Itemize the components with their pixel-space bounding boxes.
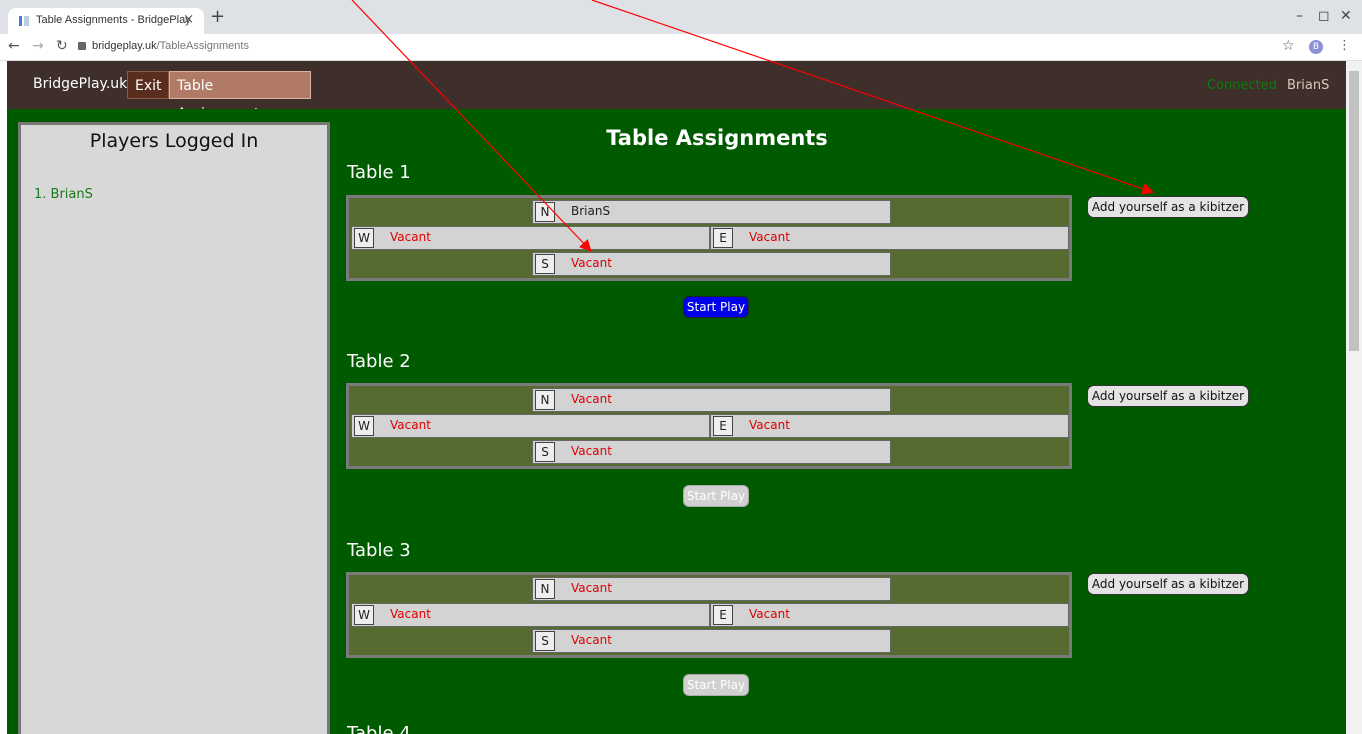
players-heading: Players Logged In	[89, 130, 259, 152]
west-label: W	[354, 605, 374, 625]
east-label: E	[713, 416, 733, 436]
south-label: S	[535, 254, 555, 274]
north-label: N	[535, 390, 555, 410]
minimize-icon[interactable]: –	[1296, 8, 1303, 24]
reload-icon[interactable]: ↻	[56, 38, 68, 54]
table-1-seat-west[interactable]: W Vacant	[351, 226, 710, 250]
forward-icon[interactable]: →	[32, 38, 44, 54]
seat-player-name: BrianS	[571, 204, 611, 218]
west-label: W	[354, 228, 374, 248]
close-window-icon[interactable]: ✕	[1340, 8, 1352, 24]
table-2-seat-east[interactable]: E Vacant	[710, 414, 1069, 438]
table-1-kibitzer-button[interactable]: Add yourself as a kibitzer	[1087, 196, 1249, 218]
tab-title: Table Assignments - BridgePlay	[36, 14, 191, 26]
browser-menu-icon[interactable]: ⋮	[1338, 38, 1351, 53]
players-panel: Players Logged In 1. BrianS	[18, 122, 330, 734]
seat-player-name: Vacant	[749, 607, 790, 621]
back-icon[interactable]: ←	[8, 38, 20, 54]
scrollbar-thumb[interactable]	[1349, 71, 1359, 351]
east-label: E	[713, 228, 733, 248]
south-label: S	[535, 442, 555, 462]
table-1-box: N BrianS W Vacant E Vacant S Vacant	[346, 195, 1072, 281]
profile-avatar[interactable]: B	[1309, 40, 1323, 54]
seat-player-name: Vacant	[571, 256, 612, 270]
table-4-label: Table 4	[347, 723, 411, 734]
nav-username: BrianS	[1287, 78, 1330, 93]
browser-tab[interactable]: Table Assignments - BridgePlay ×	[8, 8, 204, 34]
seat-player-name: Vacant	[571, 581, 612, 595]
app-navbar: BridgePlay.uk Exit Table Assignments Con…	[7, 61, 1346, 122]
favicon-icon	[19, 16, 29, 26]
seat-player-name: Vacant	[390, 230, 431, 244]
seat-player-name: Vacant	[571, 444, 612, 458]
north-label: N	[535, 202, 555, 222]
table-2-label: Table 2	[347, 351, 411, 372]
seat-player-name: Vacant	[390, 607, 431, 621]
table-1-label: Table 1	[347, 162, 411, 183]
new-tab-button[interactable]: +	[210, 6, 225, 27]
table-1-start-play-button[interactable]: Start Play	[683, 296, 749, 318]
tab-close-icon[interactable]: ×	[183, 12, 194, 27]
table-3-kibitzer-button[interactable]: Add yourself as a kibitzer	[1087, 573, 1249, 595]
exit-button[interactable]: Exit	[127, 71, 169, 99]
restore-icon[interactable]: ◻	[1318, 8, 1330, 24]
table-1-seat-north[interactable]: N BrianS	[532, 200, 891, 224]
west-label: W	[354, 416, 374, 436]
table-2-start-play-button[interactable]: Start Play	[683, 485, 749, 507]
table-3-seat-north[interactable]: N Vacant	[532, 577, 891, 601]
table-1-seat-east[interactable]: E Vacant	[710, 226, 1069, 250]
table-3-label: Table 3	[347, 540, 411, 561]
page-scrollbar[interactable]	[1346, 61, 1362, 734]
seat-player-name: Vacant	[749, 418, 790, 432]
east-label: E	[713, 605, 733, 625]
bookmark-star-icon[interactable]: ☆	[1282, 38, 1295, 54]
connection-status: Connected	[1207, 78, 1278, 93]
seat-player-name: Vacant	[390, 418, 431, 432]
brand-link[interactable]: BridgePlay.uk	[33, 76, 127, 92]
browser-tab-bar: Table Assignments - BridgePlay × + – ◻ ✕	[0, 0, 1362, 34]
table-3-seat-east[interactable]: E Vacant	[710, 603, 1069, 627]
south-label: S	[535, 631, 555, 651]
table-1-seat-south[interactable]: S Vacant	[532, 252, 891, 276]
table-3-seat-west[interactable]: W Vacant	[351, 603, 710, 627]
table-3-seat-south[interactable]: S Vacant	[532, 629, 891, 653]
table-2-seat-west[interactable]: W Vacant	[351, 414, 710, 438]
seat-player-name: Vacant	[749, 230, 790, 244]
table-2-seat-south[interactable]: S Vacant	[532, 440, 891, 464]
table-3-start-play-button[interactable]: Start Play	[683, 674, 749, 696]
page-content: Players Logged In 1. BrianS Table Assign…	[7, 109, 1346, 734]
lock-icon	[78, 42, 86, 50]
page-title: Table Assignments	[606, 126, 828, 150]
table-2-kibitzer-button[interactable]: Add yourself as a kibitzer	[1087, 385, 1249, 407]
url-host: bridgeplay.uk	[92, 40, 157, 52]
player-list-item: 1. BrianS	[34, 187, 93, 202]
table-assignments-nav-button[interactable]: Table Assignments	[169, 71, 311, 122]
url-field[interactable]: bridgeplay.uk/TableAssignments	[92, 40, 249, 52]
table-2-seat-north[interactable]: N Vacant	[532, 388, 891, 412]
url-path: /TableAssignments	[156, 40, 249, 52]
table-3-box: N Vacant W Vacant E Vacant S Vacant	[346, 572, 1072, 658]
seat-player-name: Vacant	[571, 392, 612, 406]
address-bar: ← → ↻ bridgeplay.uk/TableAssignments ☆ B…	[0, 34, 1362, 61]
table-2-box: N Vacant W Vacant E Vacant S Vacant	[346, 383, 1072, 469]
north-label: N	[535, 579, 555, 599]
seat-player-name: Vacant	[571, 633, 612, 647]
